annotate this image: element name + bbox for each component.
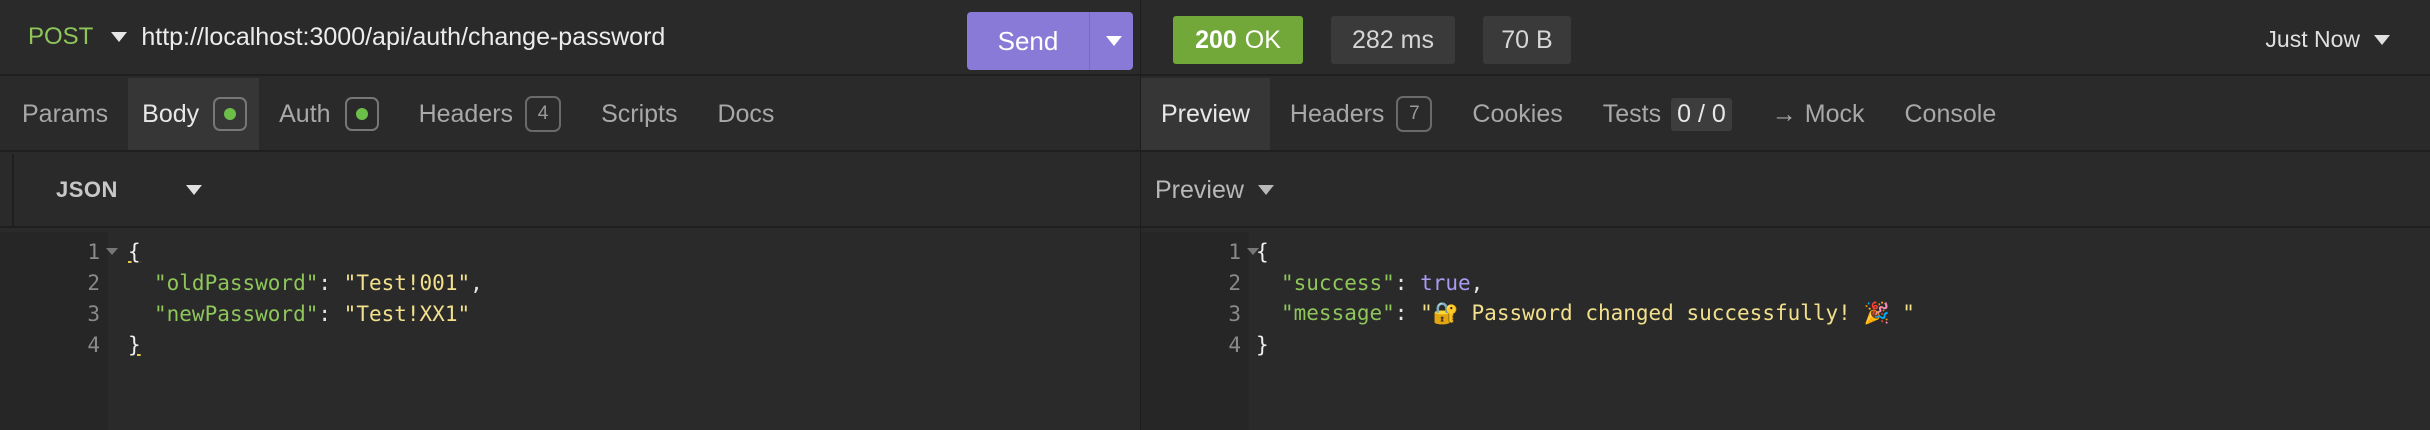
- tab-scripts-label: Scripts: [601, 99, 678, 128]
- tab-cookies[interactable]: Cookies: [1452, 78, 1582, 150]
- tab-tests-label: Tests: [1602, 99, 1662, 128]
- json-tail: ,: [1470, 270, 1484, 295]
- tab-console[interactable]: Console: [1885, 78, 2017, 150]
- body-active-dot-icon: [213, 97, 248, 131]
- method-dropdown-icon[interactable]: [111, 32, 128, 42]
- line-number: 1: [1228, 239, 1241, 264]
- http-method[interactable]: POST: [28, 23, 93, 51]
- fold-caret-icon[interactable]: [106, 248, 118, 255]
- response-timestamp: Just Now: [2265, 26, 2360, 52]
- preview-mode-selector[interactable]: Preview: [1155, 176, 1244, 205]
- line-number: 4: [87, 332, 100, 357]
- body-format-selector[interactable]: JSON: [56, 177, 118, 203]
- line-number: 2: [87, 270, 100, 295]
- response-time-badge: 282 ms: [1331, 16, 1455, 64]
- json-entry: "success": true,: [1281, 271, 1483, 295]
- body-format-bar: JSON: [0, 154, 1140, 228]
- request-body-editor[interactable]: 1 { 2 "oldPassword": "Test!001", 3 "newP…: [0, 232, 1140, 430]
- tab-body[interactable]: Body: [128, 78, 260, 150]
- line-number: 3: [87, 301, 100, 326]
- preview-mode-bar: Preview: [1141, 154, 2430, 228]
- json-key: "oldPassword": [154, 270, 319, 295]
- json-brace: }: [128, 332, 141, 357]
- tab-docs[interactable]: Docs: [697, 78, 794, 150]
- request-pane: POST http://localhost:3000/api/auth/chan…: [0, 0, 1140, 430]
- json-brace: {: [128, 239, 141, 264]
- json-entry: "message": "🔐 Password changed successfu…: [1281, 301, 1915, 326]
- json-sep: :: [318, 270, 344, 295]
- response-tabs: Preview Headers 7 Cookies Tests 0 / 0 → …: [1141, 78, 2430, 152]
- line-number: 3: [1228, 301, 1241, 326]
- send-button[interactable]: Send: [967, 12, 1133, 70]
- tab-scripts[interactable]: Scripts: [581, 78, 697, 150]
- tab-mock[interactable]: → Mock: [1752, 78, 1885, 150]
- url-input[interactable]: http://localhost:3000/api/auth/change-pa…: [141, 23, 665, 52]
- send-button-label[interactable]: Send: [967, 26, 1089, 57]
- tab-auth[interactable]: Auth: [259, 78, 398, 150]
- tab-body-label: Body: [142, 99, 200, 128]
- request-url-bar: POST http://localhost:3000/api/auth/chan…: [0, 0, 1140, 76]
- json-sep: :: [1394, 270, 1421, 295]
- line-number: 4: [1228, 332, 1241, 357]
- response-history-dropdown[interactable]: Just Now: [2265, 26, 2390, 53]
- response-headers-count-badge: 7: [1396, 96, 1433, 132]
- json-brace: {: [1256, 239, 1269, 264]
- line-number: 1: [87, 239, 100, 264]
- tab-cookies-label: Cookies: [1472, 99, 1563, 128]
- json-entry: "newPassword": "Test!XX1": [154, 302, 470, 326]
- tab-auth-label: Auth: [279, 99, 331, 128]
- response-size-badge: 70 B: [1483, 16, 1571, 64]
- body-format-chevron-icon[interactable]: [185, 185, 202, 195]
- json-tail: ,: [470, 270, 483, 295]
- tab-response-headers[interactable]: Headers 7: [1270, 78, 1453, 150]
- response-status-bar: 200 OK 282 ms 70 B Just Now: [1141, 0, 2430, 76]
- json-value: true: [1420, 270, 1471, 295]
- send-options-chevron-icon[interactable]: [1106, 36, 1122, 46]
- tab-headers-label: Headers: [418, 99, 514, 128]
- auth-active-dot-icon: [344, 97, 379, 131]
- json-key: "newPassword": [154, 301, 319, 326]
- chevron-down-icon: [2374, 34, 2390, 45]
- tab-headers[interactable]: Headers 4: [399, 78, 582, 150]
- preview-mode-chevron-icon[interactable]: [1257, 185, 1274, 195]
- tab-docs-label: Docs: [717, 99, 775, 128]
- tests-count-badge: 0 / 0: [1671, 97, 1732, 131]
- response-pane: 200 OK 282 ms 70 B Just Now Preview Head…: [1141, 0, 2430, 430]
- json-value: "Test!001": [343, 270, 471, 295]
- json-value: "Test!XX1": [343, 301, 471, 326]
- json-value: "🔐 Password changed successfully! 🎉 ": [1420, 301, 1915, 325]
- send-divider: [1089, 12, 1090, 70]
- tab-tests[interactable]: Tests 0 / 0: [1583, 78, 1752, 150]
- json-brace: }: [1256, 332, 1269, 357]
- tab-response-headers-label: Headers: [1289, 99, 1385, 128]
- json-key: "success": [1281, 270, 1395, 295]
- json-sep: :: [318, 301, 344, 326]
- tab-params-label: Params: [22, 99, 109, 128]
- status-badge: 200 OK: [1173, 16, 1303, 64]
- tab-preview[interactable]: Preview: [1141, 78, 1270, 150]
- tab-params[interactable]: Params: [0, 78, 128, 150]
- request-tabs: Params Body Auth Headers 4 Scripts Docs: [0, 78, 1140, 152]
- status-text: OK: [1244, 25, 1281, 54]
- line-number: 2: [1228, 270, 1241, 295]
- tab-mock-label: Mock: [1804, 99, 1865, 128]
- arrow-right-icon: →: [1771, 99, 1797, 128]
- tab-preview-label: Preview: [1161, 99, 1250, 128]
- response-body-viewer: 1 { 2 "success": true, 3 "message": "🔐 P…: [1141, 232, 2430, 430]
- tab-console-label: Console: [1904, 99, 1997, 128]
- json-sep: :: [1394, 301, 1421, 325]
- headers-count-badge: 4: [525, 96, 562, 132]
- status-code: 200: [1195, 25, 1237, 54]
- json-entry: "oldPassword": "Test!001",: [154, 271, 483, 295]
- json-key: "message": [1281, 301, 1395, 325]
